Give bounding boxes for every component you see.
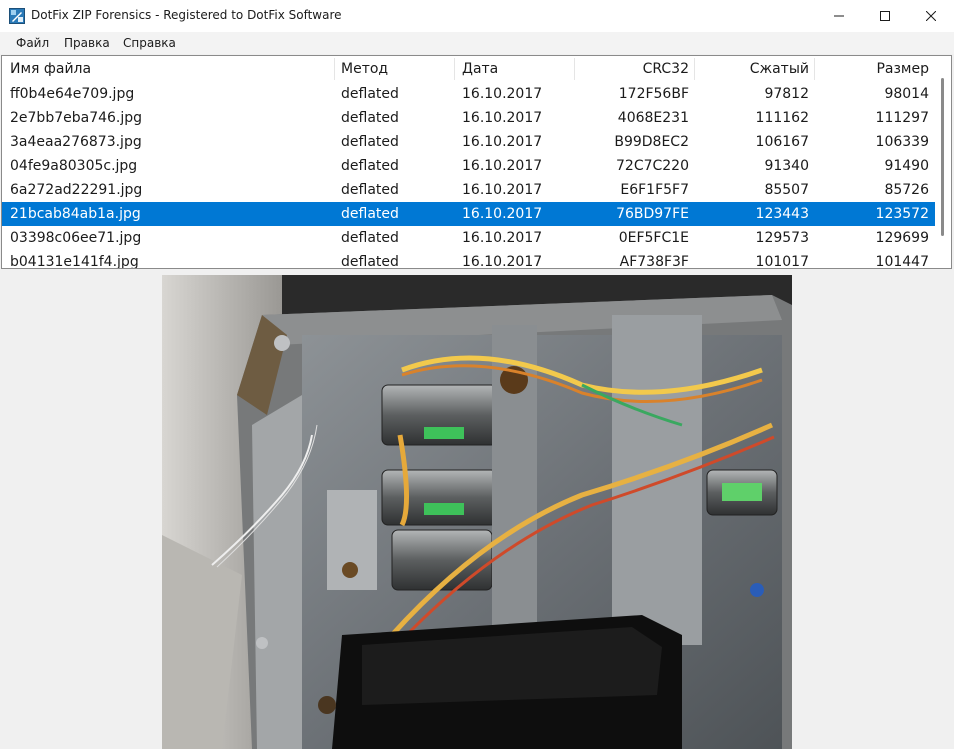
- cell-date: 16.10.2017: [462, 254, 543, 269]
- cell-crc32: 72C7C220: [616, 158, 689, 174]
- cell-size: 91490: [884, 158, 929, 174]
- cell-compressed: 97812: [764, 86, 809, 102]
- cell-crc32: 4068E231: [617, 110, 689, 126]
- cell-filename: 2e7bb7eba746.jpg: [10, 110, 143, 126]
- cell-size: 111297: [875, 110, 929, 126]
- title-bar: DotFix ZIP Forensics - Registered to Dot…: [0, 0, 954, 32]
- menu-bar: Файл Правка Справка: [0, 32, 954, 54]
- close-button[interactable]: [908, 0, 954, 32]
- cell-filename: b04131e141f4.jpg: [10, 254, 139, 269]
- cell-filename: 03398c06ee71.jpg: [10, 230, 142, 246]
- cell-size: 98014: [884, 86, 929, 102]
- cell-method: deflated: [341, 86, 399, 102]
- column-header-crc32[interactable]: CRC32: [575, 56, 689, 82]
- column-header-date[interactable]: Дата: [462, 56, 572, 82]
- file-list[interactable]: Имя файла Метод Дата CRC32 Сжатый Размер…: [1, 55, 952, 269]
- cell-compressed: 129573: [755, 230, 809, 246]
- cell-size: 123572: [875, 206, 929, 222]
- cell-date: 16.10.2017: [462, 134, 543, 150]
- cell-filename: 3a4eaa276873.jpg: [10, 134, 142, 150]
- cell-method: deflated: [341, 110, 399, 126]
- table-row[interactable]: b04131e141f4.jpg deflated 16.10.2017 AF738F…: [2, 250, 935, 269]
- image-preview: [162, 275, 792, 749]
- cell-size: 129699: [875, 230, 929, 246]
- cell-date: 16.10.2017: [462, 182, 543, 198]
- maximize-icon: [880, 11, 890, 21]
- table-row[interactable]: 3a4eaa276873.jpg deflated 16.10.2017 B99D8E…: [2, 130, 935, 154]
- cell-compressed: 101017: [755, 254, 809, 269]
- cell-crc32: B99D8EC2: [614, 134, 689, 150]
- table-row[interactable]: 2e7bb7eba746.jpg deflated 16.10.2017 4068E2…: [2, 106, 935, 130]
- column-divider[interactable]: [334, 58, 335, 80]
- cell-date: 16.10.2017: [462, 110, 543, 126]
- column-header-method[interactable]: Метод: [341, 56, 451, 82]
- cell-crc32: 172F56BF: [618, 86, 689, 102]
- cell-method: deflated: [341, 206, 399, 222]
- cell-size: 106339: [875, 134, 929, 150]
- cell-date: 16.10.2017: [462, 230, 543, 246]
- cell-date: 16.10.2017: [462, 158, 543, 174]
- cell-method: deflated: [341, 158, 399, 174]
- cell-compressed: 91340: [764, 158, 809, 174]
- minimize-icon: [834, 15, 844, 17]
- cell-size: 101447: [875, 254, 929, 269]
- cell-crc32: E6F1F5F7: [620, 182, 689, 198]
- table-row[interactable]: ff0b4e64e709.jpg deflated 16.10.2017 172F56…: [2, 82, 935, 106]
- cell-method: deflated: [341, 182, 399, 198]
- column-header-compressed[interactable]: Сжатый: [695, 56, 809, 82]
- cell-size: 85726: [884, 182, 929, 198]
- menu-file[interactable]: Файл: [16, 36, 49, 50]
- cell-method: deflated: [341, 230, 399, 246]
- cell-compressed: 85507: [764, 182, 809, 198]
- cell-filename: 04fe9a80305c.jpg: [10, 158, 138, 174]
- close-icon: [926, 11, 936, 21]
- cell-filename: 6a272ad22291.jpg: [10, 182, 143, 198]
- cell-method: deflated: [341, 254, 399, 269]
- vertical-scrollbar[interactable]: [935, 56, 951, 268]
- cell-compressed: 106167: [755, 134, 809, 150]
- cell-filename: ff0b4e64e709.jpg: [10, 86, 135, 102]
- table-row[interactable]: 03398c06ee71.jpg deflated 16.10.2017 0EF5FC…: [2, 226, 935, 250]
- column-divider[interactable]: [454, 58, 455, 80]
- cell-crc32: AF738F3F: [619, 254, 689, 269]
- cell-date: 16.10.2017: [462, 206, 543, 222]
- cell-filename: 21bcab84ab1a.jpg: [10, 206, 141, 222]
- column-header-size[interactable]: Размер: [815, 56, 929, 82]
- cell-date: 16.10.2017: [462, 86, 543, 102]
- cell-crc32: 76BD97FE: [616, 206, 689, 222]
- cell-compressed: 123443: [755, 206, 809, 222]
- column-header-filename[interactable]: Имя файла: [10, 56, 330, 82]
- table-row[interactable]: 04fe9a80305c.jpg deflated 16.10.2017 72C7C2…: [2, 154, 935, 178]
- table-row[interactable]: 21bcab84ab1a.jpg deflated 16.10.2017 76BD97…: [2, 202, 935, 226]
- cell-crc32: 0EF5FC1E: [618, 230, 689, 246]
- minimize-button[interactable]: [816, 0, 862, 32]
- menu-help[interactable]: Справка: [123, 36, 176, 50]
- menu-edit[interactable]: Правка: [64, 36, 110, 50]
- cell-method: deflated: [341, 134, 399, 150]
- cell-compressed: 111162: [755, 110, 809, 126]
- list-header: Имя файла Метод Дата CRC32 Сжатый Размер: [2, 56, 937, 82]
- maximize-button[interactable]: [862, 0, 908, 32]
- window-title: DotFix ZIP Forensics - Registered to Dot…: [31, 8, 342, 22]
- table-row[interactable]: 6a272ad22291.jpg deflated 16.10.2017 E6F1F5…: [2, 178, 935, 202]
- scrollbar-thumb[interactable]: [941, 78, 944, 236]
- dotfix-app-icon: [9, 8, 25, 24]
- transmission-valve-body-photo: [162, 275, 792, 749]
